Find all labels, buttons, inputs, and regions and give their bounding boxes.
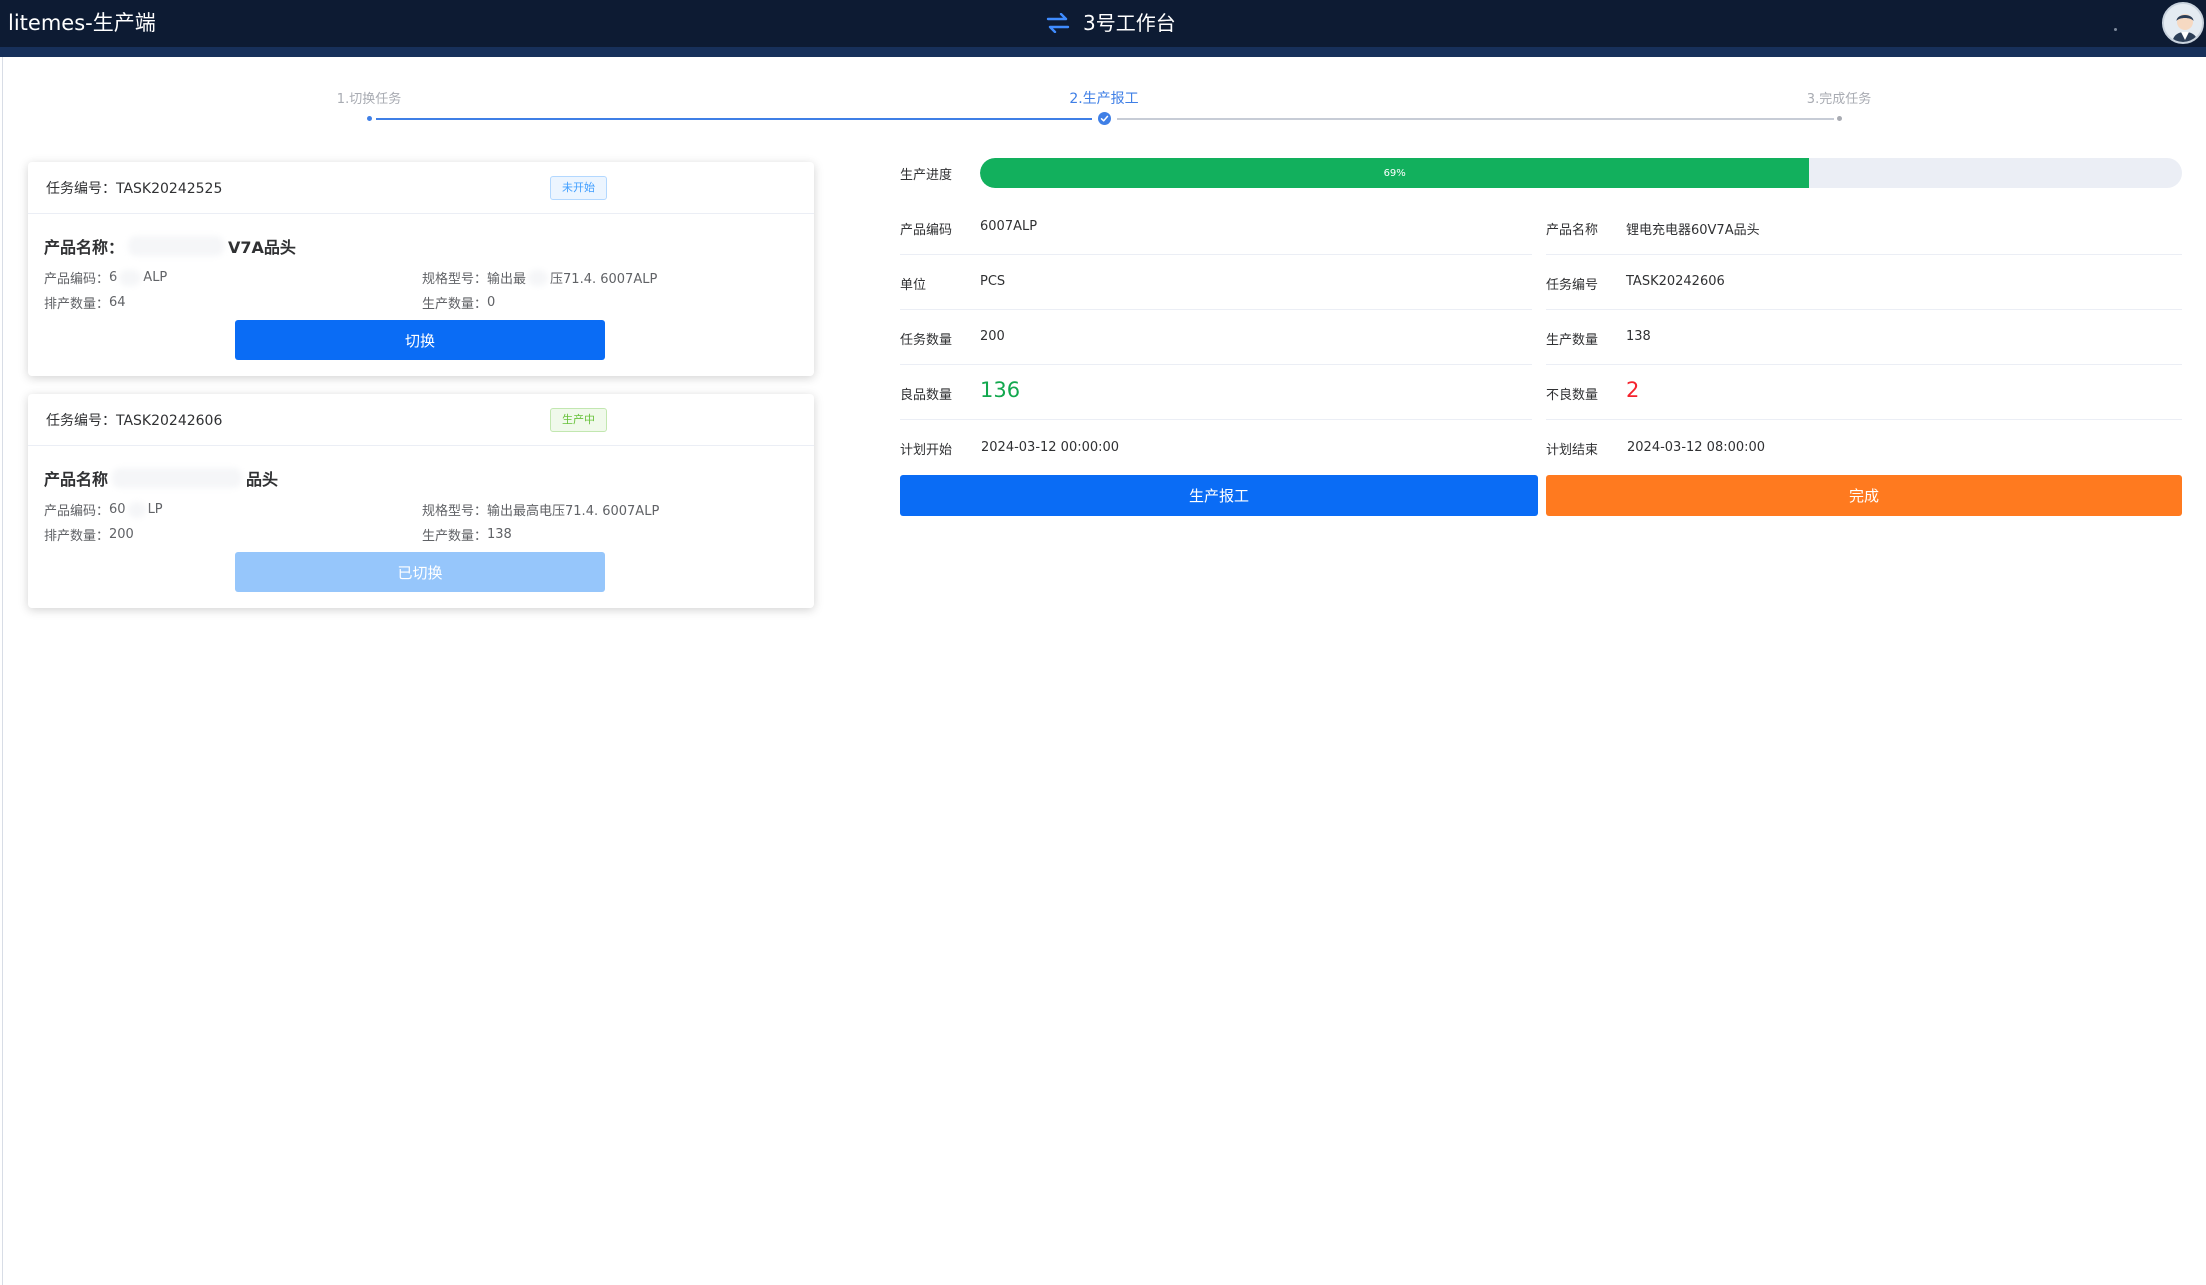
product-spec: 规格型号： 输出最 压71.4. 6007ALP bbox=[422, 268, 657, 287]
product-code-value: 6007ALP bbox=[980, 219, 1038, 234]
workstation-title: 3号工作台 bbox=[1083, 11, 1176, 35]
product-name-label: 产品名称 bbox=[1546, 223, 1599, 238]
status-badge: 未开始 bbox=[550, 176, 607, 200]
redacted-blur bbox=[119, 269, 142, 286]
finish-button[interactable]: 完成 bbox=[1546, 475, 2182, 516]
product-code-label: 产品编码 bbox=[900, 223, 953, 238]
prod-qty-label: 生产数量 bbox=[1546, 333, 1599, 348]
unit-value: PCS bbox=[980, 274, 1006, 289]
row-divider bbox=[900, 309, 1532, 310]
row-divider bbox=[1546, 309, 2182, 310]
step-line-2 bbox=[1117, 118, 1834, 120]
switched-task-button[interactable]: 已切换 bbox=[235, 552, 605, 592]
plan-start-label: 计划开始 bbox=[900, 443, 953, 458]
step-3-label: 3.完成任务 bbox=[1806, 92, 1872, 107]
task-qty-label: 任务数量 bbox=[900, 333, 953, 348]
row-divider bbox=[900, 364, 1532, 365]
step-2-label: 2.生产报工 bbox=[1069, 91, 1139, 107]
prod-qty-value: 138 bbox=[1626, 329, 1651, 344]
step-1-dot bbox=[367, 116, 372, 121]
task-card-1: 任务编号：TASK20242525 未开始 产品名称： V7A品头 产品编码： … bbox=[28, 162, 814, 376]
redacted-blur bbox=[127, 501, 146, 518]
row-divider bbox=[900, 254, 1532, 255]
task-no-label: 任务编号 bbox=[1546, 278, 1599, 293]
step-2-check-icon bbox=[1098, 112, 1111, 125]
step-1-label: 1.切换任务 bbox=[336, 92, 402, 107]
step-line-1 bbox=[376, 118, 1092, 120]
product-code: 产品编码： 60 LP bbox=[44, 501, 163, 519]
row-divider bbox=[900, 419, 1532, 420]
swap-arrows-icon[interactable] bbox=[1045, 10, 1071, 36]
row-divider bbox=[1546, 254, 2182, 255]
redacted-blur bbox=[112, 468, 243, 488]
row-divider bbox=[1546, 364, 2182, 365]
report-production-button[interactable]: 生产报工 bbox=[900, 475, 1538, 516]
production-progress-bar: 69% bbox=[980, 158, 2182, 188]
good-qty-label: 良品数量 bbox=[900, 388, 953, 403]
status-dot bbox=[2114, 28, 2117, 31]
produced-quantity: 生产数量： 138 bbox=[422, 527, 512, 544]
progress-fill: 69% bbox=[980, 158, 1810, 188]
plan-end-value: 2024-03-12 08:00:00 bbox=[1627, 440, 1766, 455]
plan-quantity: 排产数量： 200 bbox=[44, 527, 134, 544]
header-strip bbox=[0, 47, 2206, 57]
plan-quantity: 排产数量： 64 bbox=[44, 295, 126, 312]
row-divider bbox=[1546, 419, 2182, 420]
status-badge: 生产中 bbox=[550, 408, 607, 432]
product-spec: 规格型号： 输出最高电压71.4. 6007ALP bbox=[422, 504, 660, 519]
step-3-dot bbox=[1837, 116, 1842, 121]
task-qty-value: 200 bbox=[980, 329, 1005, 344]
redacted-blur bbox=[528, 269, 549, 286]
top-header: litemes-生产端 3号工作台 bbox=[0, 0, 2206, 47]
unit-label: 单位 bbox=[900, 278, 927, 293]
app-title: litemes-生产端 bbox=[8, 11, 156, 35]
switch-task-button[interactable]: 切换 bbox=[235, 320, 605, 360]
product-code: 产品编码： 6 ALP bbox=[44, 269, 168, 287]
workstation-switcher[interactable]: 3号工作台 bbox=[1045, 8, 1176, 38]
produced-quantity: 生产数量： 0 bbox=[422, 295, 496, 312]
progress-label: 生产进度 bbox=[900, 168, 953, 183]
good-qty-value: 136 bbox=[980, 378, 1021, 402]
task-card-2: 任务编号：TASK20242606 生产中 产品名称 品头 产品编码： 60 L… bbox=[28, 394, 814, 608]
bad-qty-value: 2 bbox=[1626, 378, 1640, 402]
redacted-blur bbox=[128, 236, 225, 256]
plan-end-label: 计划结束 bbox=[1546, 443, 1599, 458]
product-name-value: 锂电充电器60V7A品头 bbox=[1626, 223, 1760, 238]
task-number: 任务编号：TASK20242525 bbox=[46, 181, 223, 197]
plan-start-value: 2024-03-12 00:00:00 bbox=[981, 440, 1120, 455]
bad-qty-label: 不良数量 bbox=[1546, 388, 1599, 403]
progress-percent-text: 69% bbox=[1383, 167, 1406, 179]
product-name: 产品名称： V7A品头 bbox=[44, 236, 296, 257]
user-avatar-icon[interactable] bbox=[2162, 2, 2204, 44]
task-number: 任务编号：TASK20242606 bbox=[46, 413, 223, 429]
task-no-value: TASK20242606 bbox=[1626, 274, 1725, 289]
product-name: 产品名称 品头 bbox=[44, 468, 279, 489]
